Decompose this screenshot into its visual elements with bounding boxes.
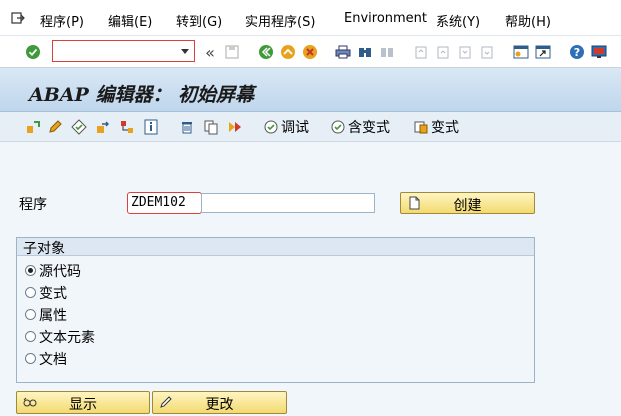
page-title: ABAP 编辑器： 初始屏幕 [29,84,255,106]
radio-label: 源代码 [39,264,81,280]
menu-exit-icon[interactable] [10,10,26,26]
execute-with-variant-icon[interactable] [329,118,347,136]
subobjects-group: 子对象 源代码 变式 属性 文本元素 文档 [16,237,535,383]
menu-environment[interactable]: Environment [344,11,427,26]
menu-utilities[interactable]: 实用程序(S) [245,11,315,30]
command-dropdown-icon[interactable] [181,49,189,54]
subobjects-header: 子对象 [17,238,534,257]
execute-with-variant-button[interactable]: 含变式 [348,117,390,137]
create-button[interactable]: 创建 [400,192,535,214]
copy-icon[interactable] [202,118,220,136]
debug-icon[interactable] [262,118,280,136]
subobjects-title: 子对象 [23,241,65,257]
cancel-icon[interactable] [301,43,319,61]
program-label: 程序 [19,197,47,213]
collapse-arrows-icon[interactable]: « [201,43,219,62]
debug-button[interactable]: 调试 [281,117,309,137]
shortcut-icon[interactable] [534,43,552,61]
change-button-label: 更改 [205,397,234,413]
first-page-icon [412,43,430,61]
radio-button[interactable] [25,331,36,342]
program-input-value: ZDEM102 [131,195,186,210]
info-icon[interactable] [142,118,160,136]
object-list-icon[interactable] [24,118,42,136]
svg-text:?: ? [574,46,580,59]
last-page-icon [478,43,496,61]
standard-toolbar: « ? [0,36,621,68]
back-icon[interactable] [257,43,275,61]
command-field[interactable] [52,40,195,62]
next-page-icon [456,43,474,61]
menu-program[interactable]: 程序(P) [40,11,84,30]
radio-label: 属性 [39,308,67,324]
display-button-label: 显示 [69,397,97,413]
menu-bar: 程序(P) 编辑(E) 转到(G) 实用程序(S) Environment 系统… [0,0,621,36]
radio-label: 变式 [39,286,67,302]
variants-button[interactable]: 变式 [431,117,459,137]
find-icon[interactable] [356,43,374,61]
create-button-label: 创建 [453,198,482,214]
create-session-icon[interactable] [512,43,530,61]
radio-label: 文档 [39,352,67,368]
enter-check-icon[interactable] [24,43,42,61]
radio-button[interactable] [25,353,36,364]
radio-button[interactable] [25,287,36,298]
program-input-focused[interactable]: ZDEM102 [127,192,202,214]
where-used-icon[interactable] [118,118,136,136]
save-icon [223,43,241,61]
menu-help[interactable]: 帮助(H) [505,11,551,30]
program-input[interactable] [201,193,375,213]
customize-layout-icon[interactable] [590,43,608,61]
menu-goto[interactable]: 转到(G) [176,11,222,30]
previous-page-icon [434,43,452,61]
change-button[interactable]: 更改 [152,391,287,414]
rename-icon[interactable] [226,118,244,136]
application-toolbar: 调试 含变式 变式 [0,112,621,142]
radio-button[interactable] [25,309,36,320]
radio-label: 文本元素 [39,330,95,346]
exit-icon[interactable] [279,43,297,61]
edit-pencil-icon[interactable] [46,118,64,136]
delete-icon[interactable] [178,118,196,136]
menu-edit[interactable]: 编辑(E) [108,11,152,30]
check-syntax-icon[interactable] [70,118,88,136]
menu-system[interactable]: 系统(Y) [436,11,480,30]
activate-icon[interactable] [94,118,112,136]
variants-icon[interactable] [412,118,430,136]
help-icon[interactable]: ? [568,43,586,61]
print-icon[interactable] [334,43,352,61]
title-bar: ABAP 编辑器： 初始屏幕 [0,68,621,112]
display-button[interactable]: 显示 [16,391,150,414]
radio-button[interactable] [25,265,36,276]
find-next-icon [378,43,396,61]
